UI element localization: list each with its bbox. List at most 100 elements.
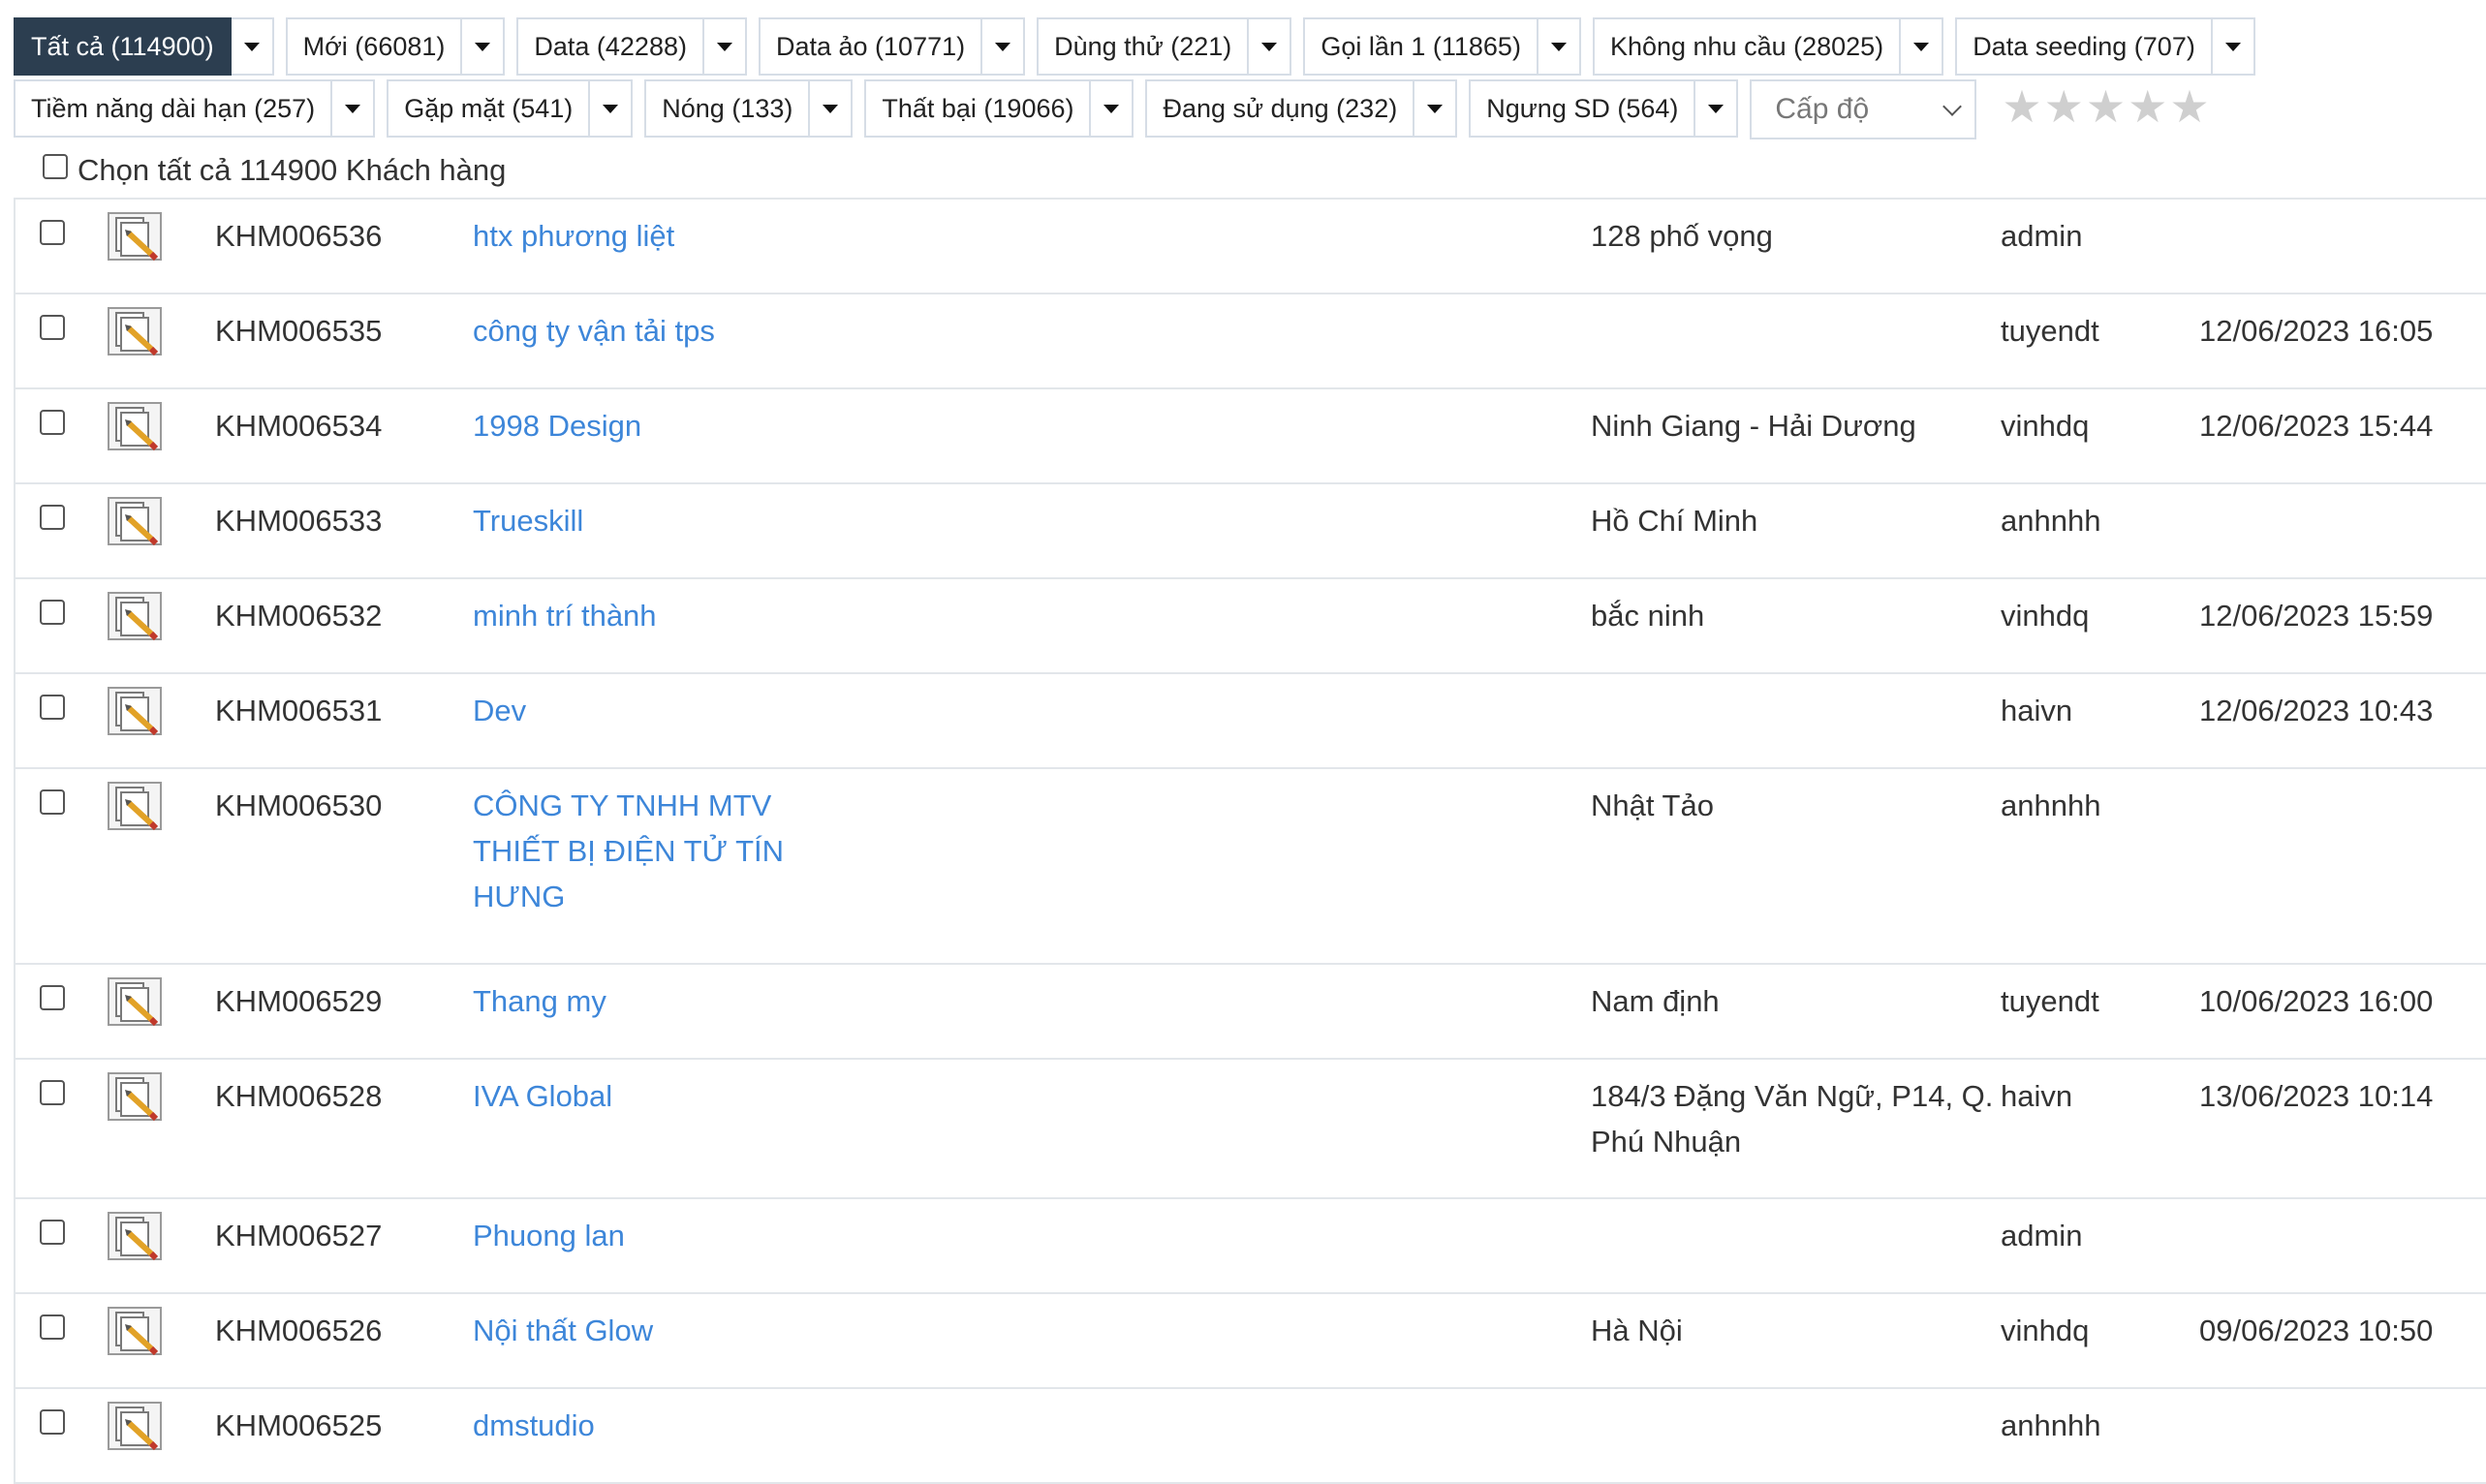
timestamp: 09/06/2023 10:50 — [2199, 1314, 2434, 1347]
filter-button[interactable]: Thất bại (19066) — [864, 79, 1092, 138]
row-checkbox[interactable] — [40, 220, 65, 245]
customer-code: KHM006536 — [215, 219, 383, 253]
customer-name-link[interactable]: Thang my — [473, 978, 841, 1024]
chevron-down-icon — [1942, 97, 1963, 116]
edit-document-icon[interactable] — [107, 976, 163, 1027]
edit-document-icon[interactable] — [107, 306, 163, 356]
star-icon[interactable]: ★ — [2086, 84, 2126, 129]
caret-down-icon — [603, 104, 619, 113]
customer-name-link[interactable]: minh trí thành — [473, 593, 841, 638]
filter-dropdown-toggle[interactable] — [1414, 79, 1458, 138]
filter-button[interactable]: Mới (66081) — [285, 17, 463, 76]
filter-row-2: Tiềm năng dài hạn (257) Gặp mặt (541) Nó… — [14, 79, 2474, 141]
filter-dropdown-toggle[interactable] — [703, 17, 747, 76]
customer-name-link[interactable]: Phuong lan — [473, 1213, 841, 1258]
filter-dropdown-toggle[interactable] — [1249, 17, 1292, 76]
row-checkbox[interactable] — [40, 315, 65, 340]
customer-name-link[interactable]: Nội thất Glow — [473, 1308, 841, 1353]
filter-dropdown-toggle[interactable] — [231, 17, 274, 76]
customer-address: Nam định — [1591, 984, 1720, 1018]
table-row: KHM006533 Trueskill Hồ Chí Minh anhnhh — [16, 484, 2486, 579]
row-checkbox[interactable] — [40, 1220, 65, 1245]
customer-name-link[interactable]: công ty vận tải tps — [473, 308, 841, 354]
filter-button[interactable]: Dùng thử (221) — [1037, 17, 1250, 76]
filter-no-need: Không nhu cầu (28025) — [1592, 17, 1944, 79]
filter-button[interactable]: Ngưng SD (564) — [1469, 79, 1696, 138]
filter-button[interactable]: Không nhu cầu (28025) — [1592, 17, 1902, 76]
level-select[interactable]: Cấp độ — [1750, 79, 1977, 139]
assigned-user: vinhdq — [2001, 599, 2090, 633]
customer-name-link[interactable]: CÔNG TY TNHH MTV THIẾT BỊ ĐIỆN TỬ TÍN HƯ… — [473, 783, 841, 919]
edit-document-icon[interactable] — [107, 1306, 163, 1356]
row-checkbox[interactable] — [40, 985, 65, 1010]
row-checkbox[interactable] — [40, 410, 65, 435]
filter-button[interactable]: Data ảo (10771) — [758, 17, 983, 76]
filter-dropdown-toggle[interactable] — [590, 79, 634, 138]
filter-dropdown-toggle[interactable] — [1695, 79, 1739, 138]
filter-dropdown-toggle[interactable] — [1091, 79, 1134, 138]
caret-down-icon — [1913, 42, 1930, 51]
filter-button[interactable]: Tất cả (114900) — [14, 17, 232, 76]
edit-document-icon[interactable] — [107, 686, 163, 736]
star-icon[interactable]: ★ — [2044, 84, 2084, 129]
assigned-user: anhnhh — [2001, 504, 2101, 538]
filter-button[interactable]: Gặp mặt (541) — [387, 79, 591, 138]
filter-dropdown-toggle[interactable] — [2212, 17, 2255, 76]
edit-document-icon[interactable] — [107, 1401, 163, 1451]
customer-name-link[interactable]: dmstudio — [473, 1403, 841, 1448]
filter-dropdown-toggle[interactable] — [810, 79, 854, 138]
assigned-user: anhnhh — [2001, 1408, 2101, 1442]
star-icon[interactable]: ★ — [2169, 84, 2209, 129]
assigned-user: vinhdq — [2001, 1314, 2090, 1347]
filter-button[interactable]: Data (42288) — [516, 17, 704, 76]
filter-button[interactable]: Tiềm năng dài hạn (257) — [14, 79, 333, 138]
assigned-user: haivn — [2001, 1079, 2073, 1113]
edit-document-icon[interactable] — [107, 591, 163, 641]
filter-button[interactable]: Nóng (133) — [644, 79, 811, 138]
customer-name-link[interactable]: Dev — [473, 688, 841, 733]
row-checkbox[interactable] — [40, 1080, 65, 1105]
customer-name-link[interactable]: 1998 Design — [473, 403, 841, 448]
customer-address: Hà Nội — [1591, 1314, 1683, 1347]
filter-dropdown-toggle[interactable] — [1901, 17, 1944, 76]
edit-document-icon[interactable] — [107, 401, 163, 451]
row-checkbox[interactable] — [40, 505, 65, 530]
filter-dropdown-toggle[interactable] — [1538, 17, 1581, 76]
customer-name-link[interactable]: Trueskill — [473, 498, 841, 543]
filter-dropdown-toggle[interactable] — [332, 79, 376, 138]
filter-button[interactable]: Đang sử dụng (232) — [1145, 79, 1415, 138]
assigned-user: vinhdq — [2001, 409, 2090, 443]
row-checkbox[interactable] — [40, 1409, 65, 1435]
star-icon[interactable]: ★ — [2002, 84, 2041, 129]
filter-new: Mới (66081) — [285, 17, 506, 79]
select-all-checkbox[interactable] — [43, 154, 68, 179]
caret-down-icon — [2224, 42, 2241, 51]
caret-down-icon — [1427, 104, 1444, 113]
customer-code: KHM006532 — [215, 599, 383, 633]
customer-name-link[interactable]: htx phương liệt — [473, 213, 841, 259]
timestamp: 13/06/2023 10:14 — [2199, 1079, 2434, 1113]
customer-code: KHM006531 — [215, 694, 383, 727]
status-filter-bar: Tất cả (114900) Mới (66081) Data (42288)… — [14, 17, 2474, 141]
edit-document-icon[interactable] — [107, 211, 163, 262]
edit-document-icon[interactable] — [107, 1211, 163, 1261]
filter-button[interactable]: Data seeding (707) — [1955, 17, 2213, 76]
filter-dropdown-toggle[interactable] — [462, 17, 506, 76]
assigned-user: admin — [2001, 219, 2083, 253]
customer-name-link[interactable]: IVA Global — [473, 1073, 841, 1119]
filter-button[interactable]: Gọi lần 1 (11865) — [1303, 17, 1538, 76]
edit-document-icon[interactable] — [107, 496, 163, 546]
row-checkbox[interactable] — [40, 789, 65, 815]
filter-dropdown-toggle[interactable] — [982, 17, 1026, 76]
row-checkbox[interactable] — [40, 600, 65, 625]
filter-in-use: Đang sử dụng (232) — [1145, 79, 1458, 141]
star-icon[interactable]: ★ — [2128, 84, 2167, 129]
row-checkbox[interactable] — [40, 1314, 65, 1340]
customer-code: KHM006530 — [215, 788, 383, 822]
row-checkbox[interactable] — [40, 695, 65, 720]
select-all-label: Chọn tất cả 114900 Khách hàng — [78, 153, 507, 187]
customer-code: KHM006535 — [215, 314, 383, 348]
customer-code: KHM006534 — [215, 409, 383, 443]
edit-document-icon[interactable] — [107, 781, 163, 831]
edit-document-icon[interactable] — [107, 1071, 163, 1122]
